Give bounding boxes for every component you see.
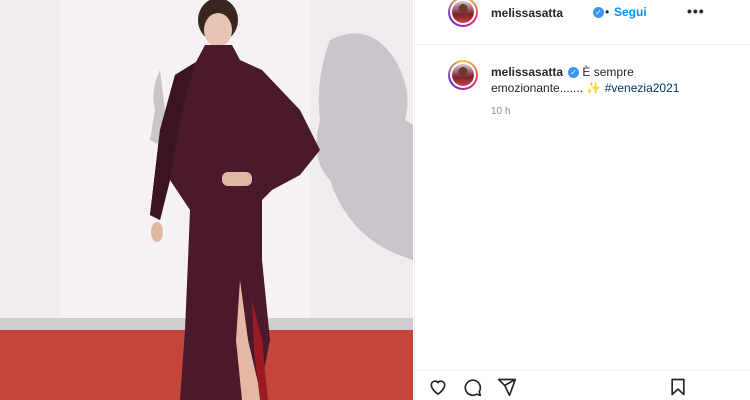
action-bar [415,370,750,400]
post-header: melissasatta ✓ • Segui ••• [415,0,750,28]
post-timestamp[interactable]: 10 h [491,106,510,117]
heart-icon[interactable] [428,377,448,397]
send-icon[interactable] [497,377,517,397]
caption-avatar[interactable] [448,60,478,90]
sparkle-emoji-icon: ✨ [586,81,602,95]
photo-illustration [0,0,413,400]
avatar-image [452,64,474,86]
bookmark-icon[interactable] [668,377,688,397]
header-divider [415,44,750,45]
avatar[interactable] [448,0,478,27]
separator-dot: • [605,5,610,19]
verified-badge-icon: ✓ [593,7,604,18]
avatar-image [452,1,474,23]
username-link[interactable]: melissasatta [491,6,563,20]
more-options-icon[interactable]: ••• [687,3,705,19]
caption-username[interactable]: melissasatta [491,65,563,79]
post-photo[interactable] [0,0,413,400]
follow-button[interactable]: Segui [614,5,647,19]
hashtag-link[interactable]: #venezia2021 [605,81,680,95]
comment-icon[interactable] [462,377,482,397]
verified-badge-icon: ✓ [568,67,580,79]
caption: melissasatta ✓ È sempre emozionante......… [491,64,691,96]
post-sidebar: melissasatta ✓ • Segui ••• melissasatta ✓… [414,0,750,400]
